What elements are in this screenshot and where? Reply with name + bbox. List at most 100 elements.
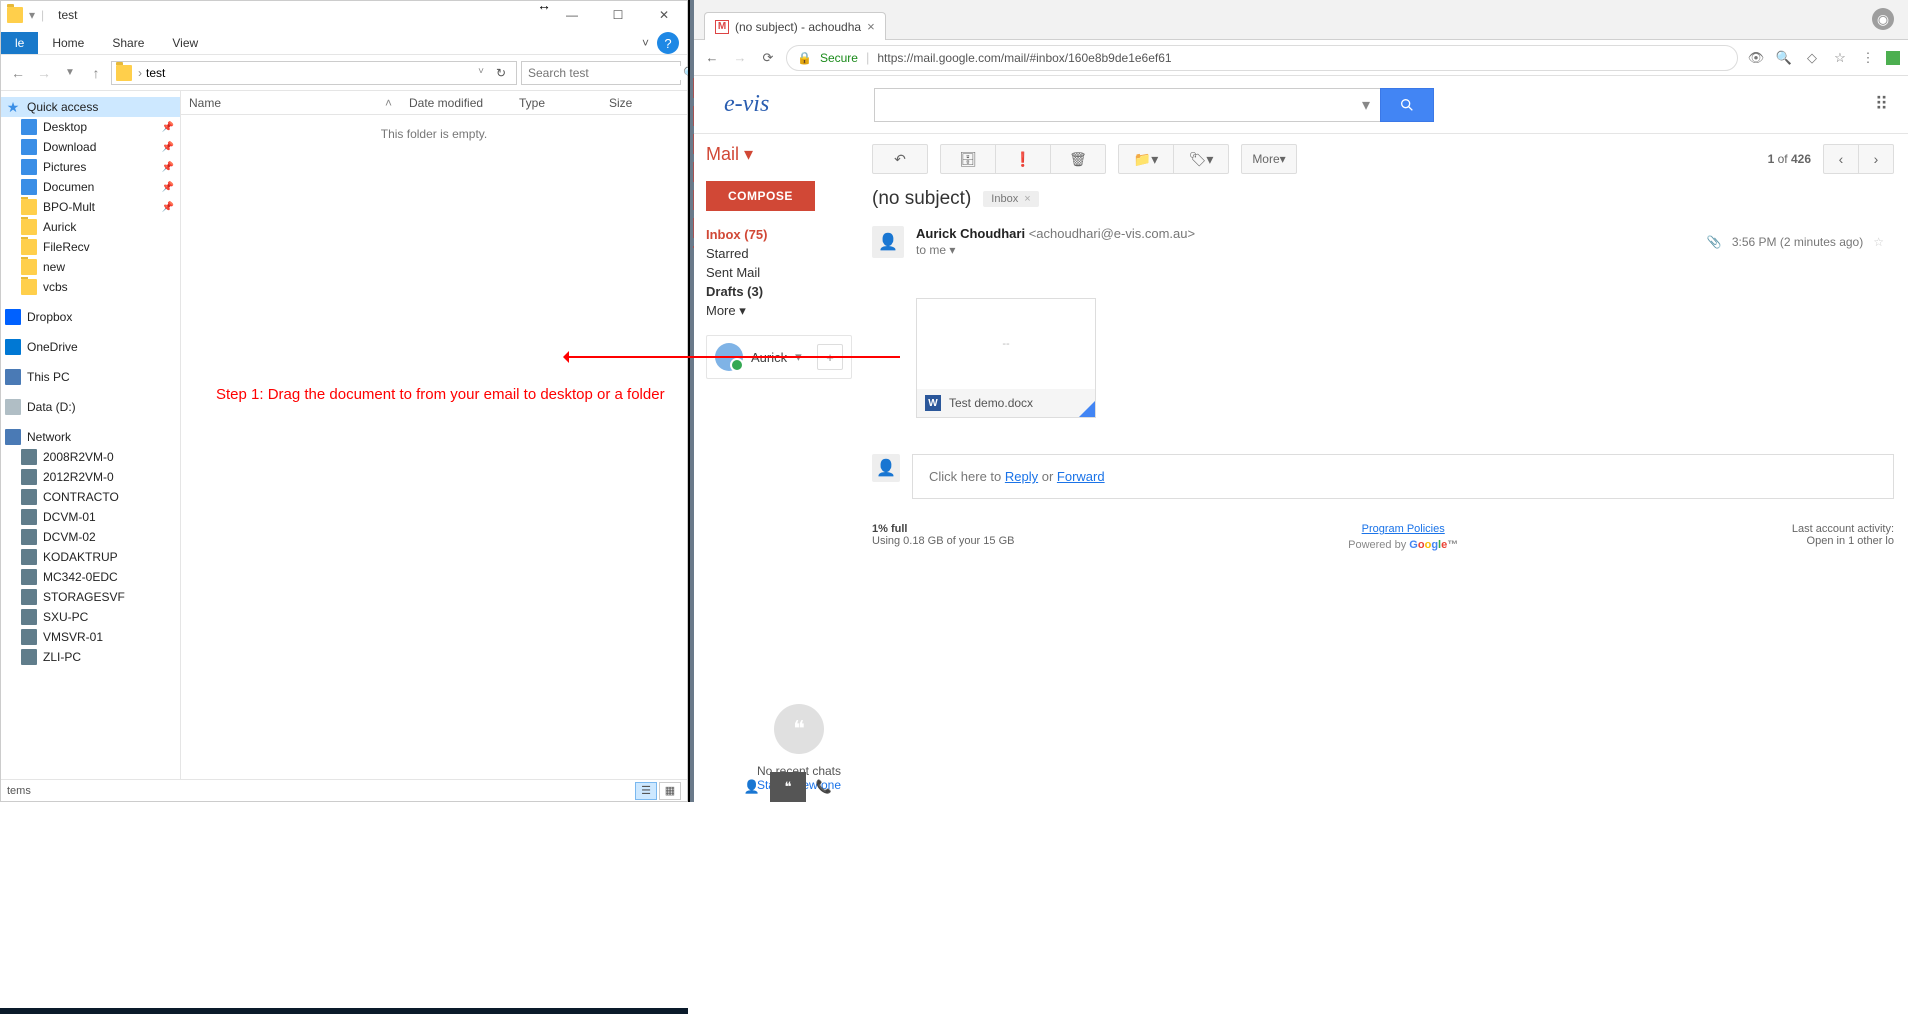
nav-recent-dropdown[interactable]: ▼ <box>59 62 81 84</box>
more-actions-button[interactable]: More ▾ <box>1241 144 1297 174</box>
qat-dropdown-icon[interactable]: ▾ <box>29 8 35 22</box>
nav-downloads[interactable]: Download📌 <box>1 137 180 157</box>
nav-recent-item[interactable]: Aurick <box>1 217 180 237</box>
view-site-info-icon[interactable]: 👁 <box>1746 50 1766 66</box>
nav-network-pc[interactable]: 2012R2VM-0 <box>1 467 180 487</box>
nav-up-button[interactable]: ↑ <box>85 62 107 84</box>
delete-button[interactable]: 🗑 <box>1050 144 1106 174</box>
view-details-button[interactable]: ☰ <box>635 782 657 800</box>
nav-recent-item[interactable]: vcbs <box>1 277 180 297</box>
ribbon-tab-view[interactable]: View <box>158 32 212 54</box>
hangouts-chat-tab[interactable]: ❝ <box>770 772 806 802</box>
address-refresh-icon[interactable]: ↻ <box>490 66 512 80</box>
nav-network-pc[interactable]: CONTRACTO <box>1 487 180 507</box>
extension-icon[interactable] <box>1886 51 1900 65</box>
ribbon-tab-home[interactable]: Home <box>38 32 98 54</box>
nav-onedrive[interactable]: OneDrive <box>1 337 180 357</box>
recipient-line[interactable]: to me ▾ <box>916 243 1695 257</box>
star-button[interactable]: ☆ <box>1873 235 1884 249</box>
zoom-icon[interactable]: 🔍 <box>1774 50 1794 66</box>
ribbon-collapse-icon[interactable]: ˅ <box>634 32 657 54</box>
gmail-logo[interactable]: e-vis <box>724 91 854 118</box>
nav-documents[interactable]: Documen📌 <box>1 177 180 197</box>
nav-network-pc[interactable]: KODAKTRUP <box>1 547 180 567</box>
address-bar[interactable]: 🔒 Secure | https://mail.google.com/mail/… <box>786 45 1738 71</box>
nav-forward-button[interactable]: → <box>33 62 55 84</box>
ribbon-tab-file[interactable]: le <box>1 32 38 54</box>
col-date[interactable]: Date modified <box>401 91 511 114</box>
col-size[interactable]: Size <box>601 91 661 114</box>
nav-quick-access[interactable]: ★Quick access <box>1 97 180 117</box>
nav-network-pc[interactable]: MC342-0EDC <box>1 567 180 587</box>
view-large-icons-button[interactable]: ▦ <box>659 782 681 800</box>
nav-network-pc[interactable]: STORAGESVF <box>1 587 180 607</box>
browser-tab[interactable]: (no subject) - achoudha × <box>704 12 886 40</box>
browser-forward-button[interactable]: → <box>730 50 750 65</box>
explorer-search-box[interactable]: 🔍 <box>521 61 681 85</box>
bookmark-icon[interactable]: ☆ <box>1830 50 1850 66</box>
folder-sent[interactable]: Sent Mail <box>706 263 852 282</box>
nav-this-pc[interactable]: This PC <box>1 367 180 387</box>
cast-icon[interactable]: ◇ <box>1802 50 1822 66</box>
remove-label-icon[interactable]: × <box>1024 193 1030 205</box>
nav-bpo[interactable]: BPO-Mult📌 <box>1 197 180 217</box>
search-options-dropdown[interactable]: ▾ <box>1352 88 1380 122</box>
compose-button[interactable]: COMPOSE <box>706 181 815 211</box>
close-button[interactable]: ✕ <box>641 1 687 29</box>
browser-reload-button[interactable]: ⟳ <box>758 50 778 66</box>
reply-link[interactable]: Reply <box>1005 469 1038 484</box>
nav-back-button[interactable]: ← <box>7 62 29 84</box>
google-apps-icon[interactable]: ⠿ <box>1875 94 1888 115</box>
label-chip[interactable]: Inbox× <box>983 191 1038 207</box>
nav-dropbox[interactable]: Dropbox <box>1 307 180 327</box>
nav-data-drive[interactable]: Data (D:) <box>1 397 180 417</box>
help-icon[interactable]: ? <box>657 32 679 54</box>
browser-back-button[interactable]: ← <box>702 50 722 65</box>
program-policies-link[interactable]: Program Policies <box>1362 523 1445 535</box>
pager-next-button[interactable]: › <box>1858 144 1894 174</box>
folder-drafts[interactable]: Drafts (3) <box>706 282 852 301</box>
nav-network-pc[interactable]: 2008R2VM-0 <box>1 447 180 467</box>
nav-desktop[interactable]: Desktop📌 <box>1 117 180 137</box>
chrome-menu-icon[interactable]: ⋮ <box>1858 50 1878 66</box>
maximize-button[interactable]: ☐ <box>595 1 641 29</box>
back-to-inbox-button[interactable]: ↶ <box>872 144 928 174</box>
gmail-search-input[interactable] <box>874 88 1352 122</box>
nav-network[interactable]: Network <box>1 427 180 447</box>
explorer-titlebar[interactable]: ▾ | test ↔ — ☐ ✕ <box>1 1 687 29</box>
details-dropdown-icon[interactable]: ▾ <box>949 243 955 257</box>
nav-pictures[interactable]: Pictures📌 <box>1 157 180 177</box>
reply-placeholder[interactable]: Click here to Reply or Forward <box>912 454 1894 499</box>
nav-network-pc[interactable]: DCVM-02 <box>1 527 180 547</box>
nav-network-pc[interactable]: SXU-PC <box>1 607 180 627</box>
hangouts-contacts-tab[interactable]: 👤 <box>734 772 770 802</box>
tab-close-icon[interactable]: × <box>867 19 875 34</box>
report-spam-button[interactable]: ❗ <box>995 144 1051 174</box>
mail-dropdown[interactable]: Mail ▾ <box>706 144 852 165</box>
nav-network-pc[interactable]: ZLI-PC <box>1 647 180 667</box>
ribbon-tab-share[interactable]: Share <box>98 32 158 54</box>
attachment-chip[interactable]: -- W Test demo.docx <box>916 298 1096 418</box>
folders-more[interactable]: More ▾ <box>706 301 852 321</box>
pager-prev-button[interactable]: ‹ <box>1823 144 1859 174</box>
nav-network-pc[interactable]: VMSVR-01 <box>1 627 180 647</box>
folder-inbox[interactable]: Inbox (75) <box>706 225 852 244</box>
address-dropdown-icon[interactable]: ˅ <box>472 66 490 80</box>
folder-starred[interactable]: Starred <box>706 244 852 263</box>
move-to-button[interactable]: 📁▾ <box>1118 144 1174 174</box>
hangouts-phone-tab[interactable]: 📞 <box>806 772 842 802</box>
chrome-profile-avatar[interactable]: ◉ <box>1872 8 1894 30</box>
col-type[interactable]: Type <box>511 91 601 114</box>
nav-recent-item[interactable]: new <box>1 257 180 277</box>
search-button[interactable] <box>1380 88 1434 122</box>
minimize-button[interactable]: — <box>549 1 595 29</box>
breadcrumb-item[interactable]: test <box>142 66 169 80</box>
labels-button[interactable]: 🏷▾ <box>1173 144 1229 174</box>
archive-button[interactable]: 🗄 <box>940 144 996 174</box>
address-bar[interactable]: › test ˅ ↻ <box>111 61 517 85</box>
col-name[interactable]: Name˄ <box>181 91 401 114</box>
nav-network-pc[interactable]: DCVM-01 <box>1 507 180 527</box>
nav-recent-item[interactable]: FileRecv <box>1 237 180 257</box>
search-input[interactable] <box>528 66 683 80</box>
forward-link[interactable]: Forward <box>1057 469 1105 484</box>
